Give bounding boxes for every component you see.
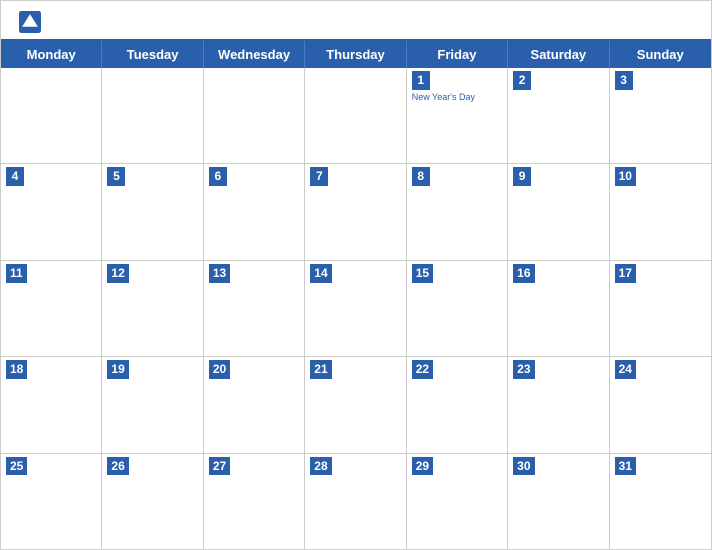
day-cell: 4 [1, 164, 102, 259]
day-cell: 25 [1, 454, 102, 549]
day-cell: 0 [102, 68, 203, 163]
day-cell: 13 [204, 261, 305, 356]
day-cell: 11 [1, 261, 102, 356]
calendar-grid: MondayTuesdayWednesdayThursdayFridaySatu… [1, 39, 711, 549]
day-number: 27 [209, 457, 230, 476]
day-cell: 18 [1, 357, 102, 452]
day-cell: 21 [305, 357, 406, 452]
day-cell: 15 [407, 261, 508, 356]
day-cell: 5 [102, 164, 203, 259]
day-cell: 17 [610, 261, 711, 356]
week-row-2: 4 5 6 7 8 9 10 [1, 164, 711, 260]
day-cell: 31 [610, 454, 711, 549]
week-row-5: 25 26 27 28 29 30 31 [1, 454, 711, 549]
day-cell: 7 [305, 164, 406, 259]
day-cell: 14 [305, 261, 406, 356]
day-number: 16 [513, 264, 534, 283]
day-number: 8 [412, 167, 430, 186]
day-number: 0 [107, 71, 125, 90]
day-cell: 9 [508, 164, 609, 259]
generalblue-logo-icon [19, 11, 41, 33]
day-number: 1 [412, 71, 430, 90]
week-row-1: 0 0 0 0 1 New Year's Day 2 3 [1, 68, 711, 164]
holiday-label: New Year's Day [412, 92, 502, 103]
day-header-tuesday: Tuesday [102, 41, 203, 68]
day-number: 0 [6, 71, 24, 90]
day-cell: 26 [102, 454, 203, 549]
day-cell: 3 [610, 68, 711, 163]
day-cell: 23 [508, 357, 609, 452]
week-row-4: 18 19 20 21 22 23 24 [1, 357, 711, 453]
day-header-saturday: Saturday [508, 41, 609, 68]
day-cell: 28 [305, 454, 406, 549]
day-header-thursday: Thursday [305, 41, 406, 68]
day-number: 19 [107, 360, 128, 379]
day-number: 28 [310, 457, 331, 476]
day-number: 24 [615, 360, 636, 379]
day-cell: 20 [204, 357, 305, 452]
day-number: 5 [107, 167, 125, 186]
day-cell: 8 [407, 164, 508, 259]
day-number: 0 [310, 71, 328, 90]
day-number: 13 [209, 264, 230, 283]
day-header-friday: Friday [407, 41, 508, 68]
day-number: 17 [615, 264, 636, 283]
day-cell: 10 [610, 164, 711, 259]
day-number: 21 [310, 360, 331, 379]
logo-text [19, 11, 49, 33]
day-number: 4 [6, 167, 24, 186]
day-cell: 12 [102, 261, 203, 356]
day-number: 29 [412, 457, 433, 476]
day-number: 26 [107, 457, 128, 476]
weeks-container: 00001New Year's Day234567891011121314151… [1, 68, 711, 549]
day-number: 18 [6, 360, 27, 379]
day-cell: 0 [305, 68, 406, 163]
day-cell: 24 [610, 357, 711, 452]
day-number: 3 [615, 71, 633, 90]
day-cell: 6 [204, 164, 305, 259]
day-cell: 2 [508, 68, 609, 163]
day-number: 12 [107, 264, 128, 283]
day-header-sunday: Sunday [610, 41, 711, 68]
day-cell: 16 [508, 261, 609, 356]
day-number: 7 [310, 167, 328, 186]
day-header-wednesday: Wednesday [204, 41, 305, 68]
day-cell: 0 [1, 68, 102, 163]
day-header-monday: Monday [1, 41, 102, 68]
day-number: 25 [6, 457, 27, 476]
day-cell: 29 [407, 454, 508, 549]
day-cell: 19 [102, 357, 203, 452]
day-number: 14 [310, 264, 331, 283]
day-cell: 0 [204, 68, 305, 163]
day-cell: 22 [407, 357, 508, 452]
day-number: 9 [513, 167, 531, 186]
day-number: 22 [412, 360, 433, 379]
day-number: 6 [209, 167, 227, 186]
day-number: 0 [209, 71, 227, 90]
week-row-3: 11 12 13 14 15 16 17 [1, 261, 711, 357]
day-number: 23 [513, 360, 534, 379]
calendar-header [1, 1, 711, 39]
day-number: 31 [615, 457, 636, 476]
day-cell: 1 New Year's Day [407, 68, 508, 163]
day-headers-row: MondayTuesdayWednesdayThursdayFridaySatu… [1, 41, 711, 68]
day-cell: 27 [204, 454, 305, 549]
day-number: 11 [6, 264, 27, 283]
day-number: 2 [513, 71, 531, 90]
day-number: 30 [513, 457, 534, 476]
day-number: 20 [209, 360, 230, 379]
logo-area [19, 11, 49, 33]
day-number: 10 [615, 167, 636, 186]
day-cell: 30 [508, 454, 609, 549]
day-number: 15 [412, 264, 433, 283]
calendar-container: MondayTuesdayWednesdayThursdayFridaySatu… [0, 0, 712, 550]
